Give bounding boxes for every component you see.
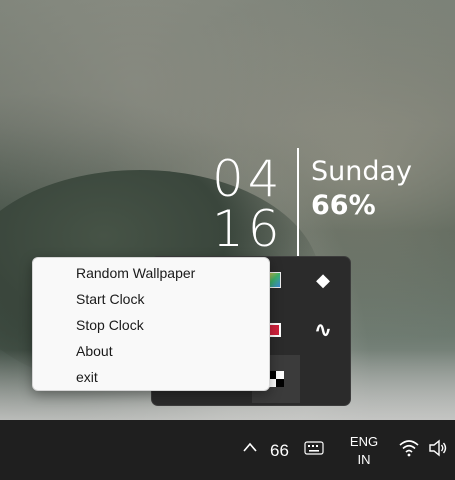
- volume-icon[interactable]: [428, 439, 448, 462]
- wifi-icon[interactable]: [399, 439, 419, 462]
- checker-app-icon: [268, 371, 284, 387]
- menu-item-random-wallpaper[interactable]: Random Wallpaper: [33, 260, 269, 286]
- diamond-app-icon: ◆: [316, 269, 330, 290]
- tray-item-wave[interactable]: ∿: [302, 309, 344, 351]
- tray-item-diamond[interactable]: ◆: [302, 259, 344, 301]
- clock-battery: 66%: [311, 190, 376, 221]
- clock-day: Sunday: [311, 156, 413, 187]
- clock-hour: 04: [212, 150, 284, 208]
- menu-item-start-clock[interactable]: Start Clock: [33, 286, 269, 312]
- menu-item-about[interactable]: About: [33, 338, 269, 364]
- wave-app-icon: ∿: [313, 317, 333, 342]
- menu-item-stop-clock[interactable]: Stop Clock: [33, 312, 269, 338]
- language-code: ENG: [349, 434, 379, 449]
- clock-divider: [297, 148, 299, 256]
- keyboard-icon[interactable]: [304, 440, 324, 461]
- tray-count[interactable]: 66: [270, 441, 289, 461]
- menu-item-exit[interactable]: exit: [33, 364, 269, 390]
- region-code: IN: [357, 452, 371, 467]
- clock-minute: 16: [212, 200, 284, 258]
- chevron-up-icon[interactable]: [242, 440, 258, 456]
- context-menu: Random Wallpaper Start Clock Stop Clock …: [32, 257, 270, 391]
- language-indicator[interactable]: ENG IN: [344, 433, 384, 469]
- taskbar: 66 ENG IN: [0, 420, 455, 480]
